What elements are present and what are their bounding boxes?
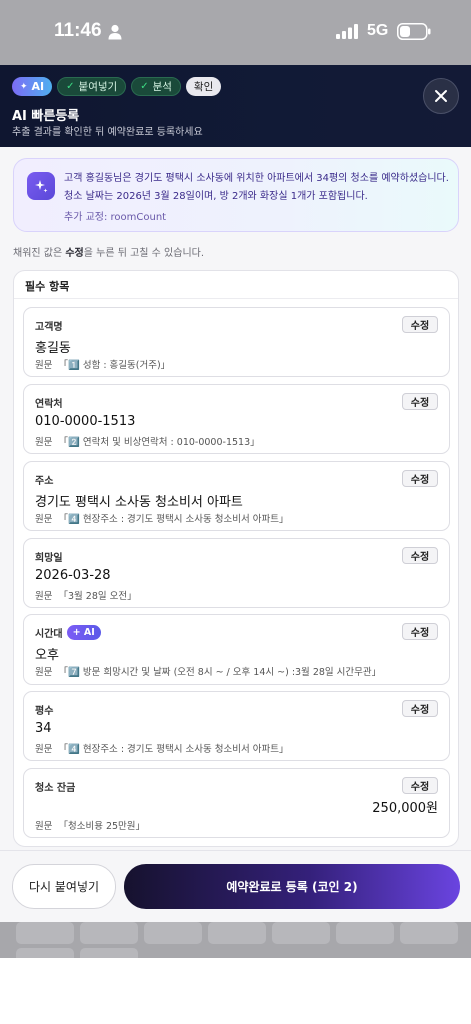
background-cell: [16, 948, 74, 958]
field-source: 원문 「7️⃣ 방문 희망시간 및 날짜 (오전 8시 ~ / 오후 14시 ~)…: [35, 667, 382, 678]
sparkle-icon: ✦: [20, 81, 28, 92]
sparkle-icon: [27, 172, 55, 200]
field-source: 원문 「4️⃣ 현장주소 : 경기도 평택시 소사동 청소비서 아파트」: [35, 744, 289, 755]
required-fields-section: 필수 항목 고객명 수정 홍길동 원문 「1️⃣ 성함 : 홍길동(거주)」 연락…: [13, 270, 459, 847]
repaste-button[interactable]: 다시 붙여넣기: [12, 864, 116, 909]
step-analyze-chip: ✓ 분석: [131, 77, 181, 96]
battery-icon: [397, 23, 431, 40]
confirm-sheet: 고객 홍길동님은 경기도 평택시 소사동에 위치한 아파트에서 34평의 청소를…: [0, 147, 471, 922]
field-value: 2026-03-28: [35, 568, 111, 583]
divider: [0, 850, 471, 851]
field-value: 250,000원: [372, 801, 438, 816]
summary-correction: 추가 교정: roomCount: [64, 212, 167, 223]
field-value: 오후: [35, 648, 59, 663]
close-button[interactable]: [423, 78, 459, 114]
page-title: AI 빠른등록: [12, 109, 80, 124]
edit-hint: 채워진 값은 수정을 누른 뒤 고칠 수 있습니다.: [13, 248, 205, 259]
signal-icon: [336, 24, 358, 39]
field-label: 주소: [35, 476, 54, 487]
background-cell: [272, 922, 330, 944]
field-label: 고객명: [35, 322, 63, 333]
background-cell: [80, 948, 138, 958]
summary-text: 고객 홍길동님은 경기도 평택시 소사동에 위치한 아파트에서 34평의 청소를…: [64, 173, 449, 202]
check-icon: ✓: [66, 81, 75, 92]
person-icon: [108, 24, 122, 40]
screen: 11:46 5G ✦ AI ✓ 붙여넣기 ✓ 분석 확인 AI 빠른등록 추출 …: [0, 0, 471, 1024]
field-label: 연락처: [35, 399, 63, 410]
network-type: 5G: [367, 22, 389, 39]
background-cell: [336, 922, 394, 944]
step-paste-chip: ✓ 붙여넣기: [57, 77, 127, 96]
status-bar: 11:46 5G: [0, 0, 471, 65]
progress-chips: ✦ AI ✓ 붙여넣기 ✓ 분석 확인: [12, 77, 222, 96]
status-time: 11:46: [54, 20, 102, 41]
ai-chip: ✦ AI: [12, 77, 53, 96]
field-balance: 청소 잔금 수정 250,000원 원문 「청소비용 25만원」: [23, 768, 450, 838]
field-value: 홍길동: [35, 341, 71, 356]
section-title: 필수 항목: [25, 280, 70, 293]
field-address: 주소 수정 경기도 평택시 소사동 청소비서 아파트 원문 「4️⃣ 현장주소 :…: [23, 461, 450, 531]
divider: [14, 298, 458, 299]
field-source: 원문 「4️⃣ 현장주소 : 경기도 평택시 소사동 청소비서 아파트」: [35, 514, 289, 525]
edit-button[interactable]: 수정: [402, 623, 438, 640]
field-preferred-date: 희망일 수정 2026-03-28 원문 「3월 28일 오전」: [23, 538, 450, 608]
background-cell: [400, 922, 458, 944]
field-phone: 연락처 수정 010-0000-1513 원문 「2️⃣ 연락처 및 비상연락처 …: [23, 384, 450, 454]
edit-button[interactable]: 수정: [402, 547, 438, 564]
field-source: 원문 「2️⃣ 연락처 및 비상연락처 : 010-0000-1513」: [35, 437, 260, 448]
field-value: 010-0000-1513: [35, 414, 136, 429]
step-confirm-chip: 확인: [185, 77, 222, 96]
submit-booking-button[interactable]: 예약완료로 등록 (코인 2): [124, 864, 460, 909]
background-cell: [208, 922, 266, 944]
edit-button[interactable]: 수정: [402, 777, 438, 794]
ai-summary-card: 고객 홍길동님은 경기도 평택시 소사동에 위치한 아파트에서 34평의 청소를…: [13, 158, 459, 232]
edit-button[interactable]: 수정: [402, 316, 438, 333]
field-label: 희망일: [35, 553, 63, 564]
field-source: 원문 「3월 28일 오전」: [35, 591, 137, 602]
edit-button[interactable]: 수정: [402, 393, 438, 410]
field-label: 시간대 + AI: [35, 625, 101, 640]
field-label: 평수: [35, 706, 54, 717]
page-subtitle: 추출 결과를 확인한 뒤 예약완료로 등록하세요: [12, 127, 203, 138]
ai-badge: + AI: [66, 625, 101, 640]
field-area-pyeong: 평수 수정 34 원문 「4️⃣ 현장주소 : 경기도 평택시 소사동 청소비서 …: [23, 691, 450, 761]
background-cell: [144, 922, 202, 944]
background-cell: [16, 922, 74, 944]
blank-area: [0, 958, 471, 1024]
close-icon: [435, 90, 447, 102]
field-value: 경기도 평택시 소사동 청소비서 아파트: [35, 495, 243, 510]
field-source: 원문 「청소비용 25만원」: [35, 821, 146, 832]
background-cell: [80, 922, 138, 944]
field-customer-name: 고객명 수정 홍길동 원문 「1️⃣ 성함 : 홍길동(거주)」: [23, 307, 450, 377]
check-icon: ✓: [140, 81, 149, 92]
edit-button[interactable]: 수정: [402, 470, 438, 487]
field-value: 34: [35, 721, 52, 736]
background-app: [0, 922, 471, 958]
header: ✦ AI ✓ 붙여넣기 ✓ 분석 확인 AI 빠른등록 추출 결과를 확인한 뒤…: [0, 65, 471, 147]
edit-button[interactable]: 수정: [402, 700, 438, 717]
field-time-slot: 시간대 + AI 수정 오후 원문 「7️⃣ 방문 희망시간 및 날짜 (오전 8시…: [23, 614, 450, 685]
field-label: 청소 잔금: [35, 783, 76, 794]
field-source: 원문 「1️⃣ 성함 : 홍길동(거주)」: [35, 360, 171, 371]
